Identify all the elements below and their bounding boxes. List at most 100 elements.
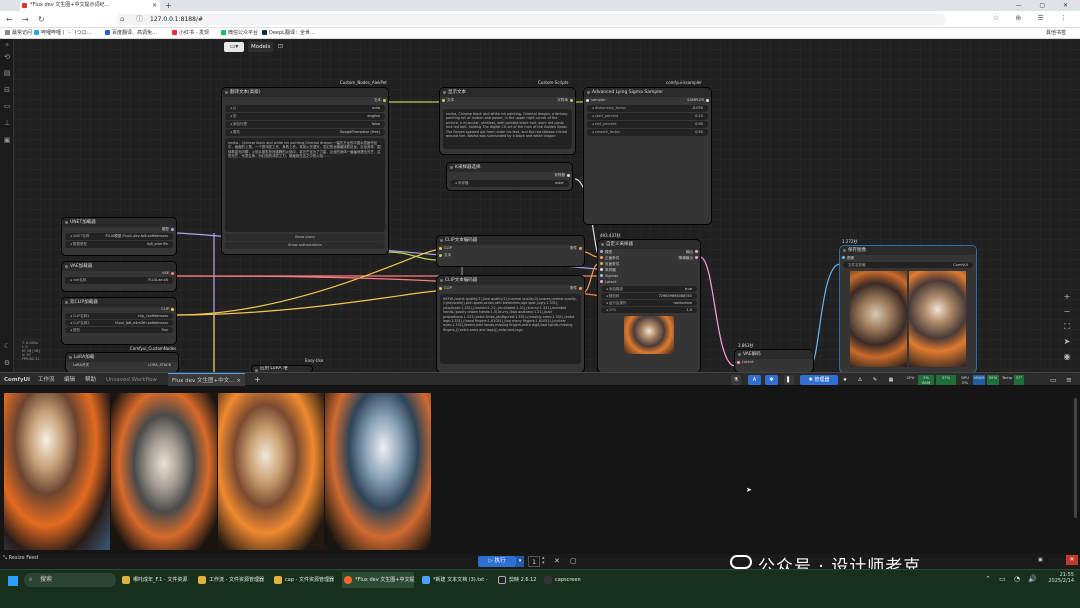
saved-image[interactable] [850, 271, 907, 367]
bookmark-item[interactable]: 小红书 - 发现 [172, 28, 209, 39]
gallery-image[interactable] [111, 393, 217, 550]
gallery-scrollbar[interactable] [1074, 398, 1077, 518]
gallery-image[interactable] [325, 393, 431, 550]
taskbar-item[interactable]: capscreen [542, 572, 581, 588]
system-tray-icons[interactable]: ⌃ ▭ ◔ 🔊 [985, 575, 1040, 583]
translate-node[interactable]: 翻译文本(高级) 文本 ◂ 从 auto ◂ 到 english ◂ 添加代理 fal… [222, 88, 388, 254]
add-tab-icon[interactable]: + [254, 373, 261, 387]
widget-row[interactable]: ◂ start_percent 0.10 [587, 113, 708, 120]
taskbar-item[interactable]: 工作流 - 文件资源管理器 [196, 572, 264, 588]
manager-button[interactable]: ✱ 管理器 [800, 375, 838, 385]
queue-history-icon[interactable]: ⚗ [731, 375, 741, 385]
taskbar-item[interactable]: *新建 文本文档 (3).txt - [420, 572, 488, 588]
widget-row[interactable]: ◂ 采样器 euler [450, 180, 569, 187]
home-icon[interactable]: ⌂ [120, 14, 124, 25]
zoom-out-icon[interactable]: − [1062, 307, 1072, 317]
model-library-icon[interactable]: ⊟ [3, 86, 11, 94]
widget-row[interactable]: ◂ CLIP名称2 t5xxl_fp8_e4m3fn.safetensors [65, 320, 173, 326]
taskbar-item[interactable]: 哪吒成年_F.1 - 文件资源 [120, 572, 187, 588]
widget-row[interactable]: ◂ CLIP名称1 clip_l.safetensors [65, 313, 173, 319]
show-text-node[interactable]: 显示文本 文本 字符串 nezha, Chinese black and whit… [440, 88, 575, 154]
overlay-btn[interactable]: ▣ [1038, 555, 1050, 565]
clip-text-encode-negative-node[interactable]: CLIP文本编码器 CLIP 条件 NSFW,(worst quality:2),… [437, 276, 584, 372]
folder-icon[interactable]: ▭▾ [224, 42, 244, 52]
taskbar-item[interactable]: cap - 文件资源管理器 [272, 572, 334, 588]
theme-icon[interactable]: ☾ [3, 342, 11, 350]
panel-toggle-icon[interactable]: ▭ [1050, 373, 1057, 387]
widget-row[interactable]: ◂ 从 auto [225, 105, 385, 112]
vae-decode-node[interactable]: VAE解码 Latent [735, 350, 813, 372]
custom-sampler-node[interactable]: 自定义采样器 模型 输出 正面条件 降噪输出 负面条件 采样器 Sigmas Lat… [598, 240, 700, 372]
output-textarea[interactable]: nezha, Chinese black and white ink paint… [443, 109, 572, 149]
reload-icon[interactable]: ↻ [38, 14, 45, 25]
window-controls[interactable]: — ▢ ✕ [1015, 0, 1076, 11]
bookmark-item[interactable]: 最常访问 [5, 28, 32, 39]
stop-icon[interactable]: ▢ [570, 556, 577, 567]
save-image-node[interactable]: 保存图像 图像 文件名前缀 ComfyUI [840, 246, 976, 372]
show-proxy-button[interactable]: Show proxy [225, 234, 385, 241]
widget-row[interactable]: ◂ 随机种 729809898088785 [601, 293, 697, 299]
lying-sigma-sampler-node[interactable]: Advanced Lying Sigma Sampler sampler SAMP… [584, 88, 711, 224]
widget-row[interactable]: ◂ CFG 1.0 [601, 307, 697, 313]
site-info-icon[interactable]: ⓘ [136, 14, 143, 25]
gallery-image[interactable] [4, 393, 110, 550]
queue-icon[interactable]: ⟲ [3, 53, 11, 61]
widget-row[interactable]: ◂ UNET名称 FLUX模型-Flux1-dev-fp8.safetensors [65, 233, 173, 240]
clock[interactable]: 21:55 2025/2/14 [1048, 572, 1074, 584]
prompt-textarea[interactable]: nezha，Chinese black and white ink painti… [225, 138, 385, 232]
widget-row[interactable]: ◂ vae名称 FLUX.ae.sft [65, 277, 173, 284]
run-button[interactable]: ▷ 执行 [478, 556, 516, 567]
workflows-icon[interactable]: ▭ [3, 102, 11, 110]
close-tab-icon[interactable]: × [152, 0, 157, 11]
widget-row[interactable]: ◂ 服务 GoogleTranslator (free) [225, 129, 385, 136]
widget-row[interactable]: ◂ 添加噪波 true [601, 286, 697, 292]
close-tab-icon[interactable]: × [236, 378, 241, 384]
bookmark-item[interactable]: 微信公众平台 [221, 28, 258, 39]
menu-help[interactable]: 帮助 [85, 373, 96, 387]
show-authorization-button[interactable]: Show authorization [225, 242, 385, 249]
node-library-icon[interactable]: ▤ [3, 69, 11, 77]
clip-text-encode-node[interactable]: CLIP文本编码器 CLIP 条件 文本 [437, 236, 584, 266]
negative-prompt-textarea[interactable]: NSFW,(worst quality:2),(low quality:2),(… [440, 294, 581, 364]
lora-loader-node[interactable]: LoRA加载 LoRA开关 LORA_STACK [66, 353, 178, 372]
new-tab-icon[interactable]: + [165, 0, 172, 11]
sampler-select-node[interactable]: K采样器选择 采样器 ◂ 采样器 euler [447, 163, 572, 190]
resize-feed[interactable]: ⤡ Resize Feed [3, 555, 38, 561]
paint-icon[interactable]: ✎ [870, 375, 880, 385]
browser-actions[interactable]: ☆ ⊕ ☰ ⋮ [993, 14, 1074, 22]
taskbar-search[interactable]: ⌕ 搜索 [24, 573, 116, 587]
batch-count-input[interactable]: 1 [528, 556, 540, 567]
taskbar-item-active[interactable]: *Flux dev 文生图+中文提 [342, 572, 415, 588]
menu-workflow[interactable]: 工作流 [38, 373, 55, 387]
count-stepper-icon[interactable]: ▴ ▾ [542, 556, 545, 566]
address-bar[interactable]: ⌂ ⓘ 127.0.0.1:8188/# [116, 14, 946, 25]
other-bookmarks[interactable]: 其他书签 [1046, 28, 1066, 39]
forward-icon[interactable]: → [22, 14, 29, 25]
translate-toggle-icon[interactable]: A [748, 375, 761, 385]
cancel-icon[interactable]: ✕ [554, 556, 560, 567]
bookmark-item[interactable]: DeepL翻译：全世… [262, 28, 315, 39]
browser-tab[interactable]: *Flux dev 文生图+中文提示词纪… × [20, 0, 160, 11]
widget-row[interactable]: ◂ smooth_factor 0.50 [587, 129, 708, 136]
images-icon[interactable]: ▣ [3, 136, 11, 144]
bookmark-item[interactable]: 哔哩哔哩 ( ˊ- ˋ)つロ… [34, 28, 91, 39]
dual-clip-loader-node[interactable]: 双CLIP加载器 CLIP ◂ CLIP名称1 clip_l.safetensor… [62, 298, 176, 344]
star-icon[interactable]: ★ [840, 375, 850, 385]
templates-icon[interactable]: ⊥ [3, 119, 11, 127]
bookmark-item[interactable]: 百度翻译、高调免… [105, 28, 157, 39]
widget-row[interactable]: ◂ 运行后操作 randomize [601, 300, 697, 306]
models-button[interactable]: Models [248, 42, 274, 52]
taskbar-item[interactable]: 剪映 2.6.12 [496, 572, 537, 588]
widget-row[interactable]: 文件名前缀 ComfyUI [843, 262, 973, 268]
widget-row[interactable]: ◂ 到 english [225, 113, 385, 120]
zoom-in-icon[interactable]: + [1062, 292, 1072, 302]
gallery-image[interactable] [218, 393, 324, 550]
puzzle-icon[interactable]: ⚠ [855, 375, 865, 385]
close-overlay-icon[interactable]: ✕ [1066, 555, 1078, 565]
panel-icon[interactable]: ⊡ [278, 42, 283, 52]
vae-loader-node[interactable]: VAE加载器 VAE ◂ vae名称 FLUX.ae.sft [62, 262, 176, 291]
select-mode-icon[interactable]: ➤ [1062, 337, 1072, 347]
back-icon[interactable]: ← [6, 14, 13, 25]
settings-icon[interactable]: ⚙ [3, 359, 11, 367]
image-icon[interactable]: ▦ [886, 375, 896, 385]
